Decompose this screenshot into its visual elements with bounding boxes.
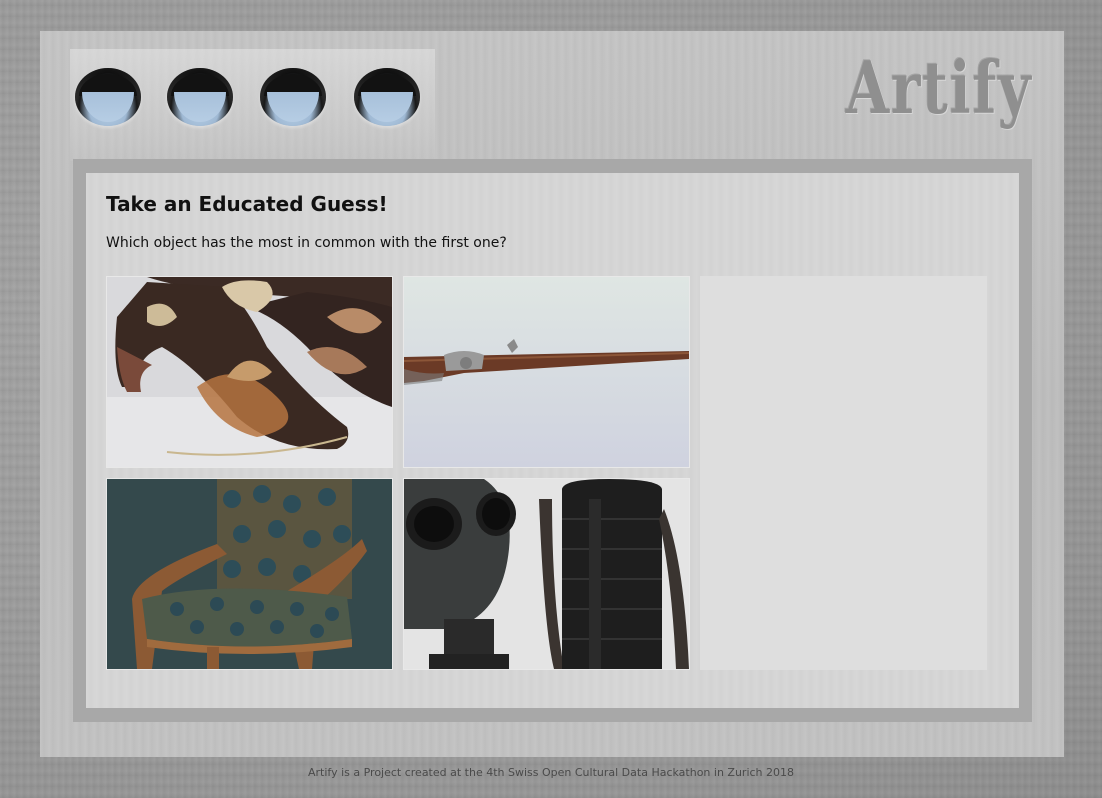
selection-placeholder <box>700 276 987 670</box>
object-tile-musket[interactable] <box>403 276 690 468</box>
porthole-2-icon <box>167 68 233 126</box>
porthole-4-icon <box>354 68 420 126</box>
porthole-3-icon <box>260 68 326 126</box>
gas-mask-image <box>404 479 689 669</box>
brand-logo[interactable]: Artify <box>845 45 1032 130</box>
object-tile-gas-mask[interactable] <box>403 478 690 670</box>
shoes-image <box>107 277 392 467</box>
footer-credit: Artify is a Project created at the 4th S… <box>307 766 795 779</box>
musket-image <box>404 277 689 467</box>
porthole-1-icon <box>75 68 141 126</box>
armchair-image <box>107 479 392 669</box>
object-tile-armchair[interactable] <box>106 478 393 670</box>
question-text: Which object has the most in common with… <box>106 235 507 251</box>
object-tile-shoes[interactable] <box>106 276 393 468</box>
page-title: Take an Educated Guess! <box>106 192 388 216</box>
